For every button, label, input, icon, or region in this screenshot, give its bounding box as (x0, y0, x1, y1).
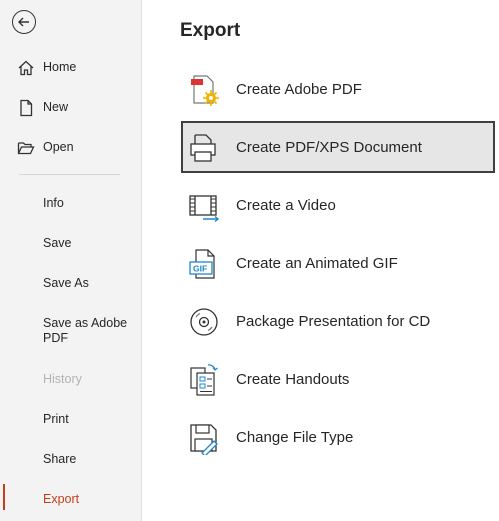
nav-save-as[interactable]: Save As (0, 265, 141, 301)
adobe-pdf-icon (191, 75, 219, 106)
package-presentation-cd-option[interactable]: Package Presentation for CD (181, 295, 495, 347)
nav-new-label: New (43, 100, 69, 114)
create-pdf-xps-option[interactable]: Create PDF/XPS Document (181, 121, 495, 173)
create-pdf-xps-label: Create PDF/XPS Document (236, 138, 422, 156)
nav-print-label: Print (43, 412, 69, 426)
back-arrow-icon (18, 17, 29, 27)
nav-info[interactable]: Info (0, 185, 141, 221)
nav-home[interactable]: Home (0, 49, 141, 85)
nav-history: History (0, 361, 141, 397)
change-file-type-option[interactable]: Change File Type (181, 411, 495, 463)
nav-info-label: Info (43, 196, 64, 210)
gif-icon: GIF (189, 249, 215, 279)
create-animated-gif-option[interactable]: GIF Create an Animated GIF (181, 237, 495, 289)
handouts-icon (190, 364, 218, 396)
backstage-sidebar: Home New Open Info Save Save As Save as … (0, 0, 142, 521)
create-video-label: Create a Video (236, 196, 336, 214)
nav-share[interactable]: Share (0, 441, 141, 477)
nav-history-label: History (43, 372, 82, 386)
export-pane: Export Create Adobe PDF Create PDF/XPS D… (142, 0, 499, 521)
create-adobe-pdf-label: Create Adobe PDF (236, 80, 362, 98)
pdf-xps-document-icon (190, 134, 216, 162)
create-handouts-label: Create Handouts (236, 370, 350, 388)
nav-export[interactable]: Export (0, 481, 141, 517)
nav-print[interactable]: Print (0, 401, 141, 437)
video-icon (189, 195, 220, 223)
cd-icon (190, 308, 218, 336)
folder-open-icon (17, 142, 35, 155)
nav-new[interactable]: New (0, 89, 141, 125)
create-animated-gif-label: Create an Animated GIF (236, 254, 398, 272)
nav-open[interactable]: Open (0, 129, 141, 165)
new-document-icon (20, 99, 33, 117)
nav-save[interactable]: Save (0, 225, 141, 261)
change-file-type-icon (190, 424, 218, 455)
nav-export-label: Export (43, 492, 80, 506)
back-button[interactable] (12, 10, 36, 34)
create-handouts-option[interactable]: Create Handouts (181, 353, 495, 405)
nav-save-as-adobe-pdf-label: Save as Adobe PDF (43, 316, 128, 345)
nav-divider (19, 174, 120, 175)
nav-open-label: Open (43, 140, 74, 154)
change-file-type-label: Change File Type (236, 428, 354, 446)
home-icon (18, 60, 34, 76)
page-title: Export (180, 20, 241, 41)
nav-home-label: Home (43, 60, 77, 74)
nav-save-as-label: Save As (43, 276, 89, 290)
nav-save-label: Save (43, 236, 72, 250)
svg-text:GIF: GIF (193, 264, 207, 274)
package-presentation-cd-label: Package Presentation for CD (236, 312, 431, 330)
nav-save-as-adobe-pdf[interactable]: Save as Adobe PDF (0, 309, 141, 353)
create-video-option[interactable]: Create a Video (181, 179, 495, 231)
nav-share-label: Share (43, 452, 77, 466)
create-adobe-pdf-option[interactable]: Create Adobe PDF (181, 63, 495, 115)
